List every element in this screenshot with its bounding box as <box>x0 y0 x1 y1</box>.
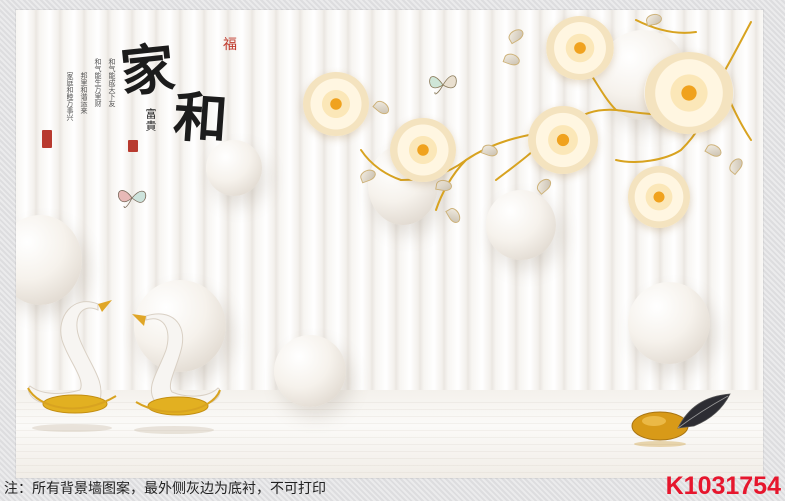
feather-icon <box>677 393 731 429</box>
peony-flower-icon <box>546 16 614 80</box>
peony-flower-icon <box>528 106 598 174</box>
peony-flower-icon <box>644 52 734 134</box>
peony-flower-icon <box>303 72 369 136</box>
printing-notice: 注：所有背景墙图案，最外侧灰边为底衬，不可打印 <box>4 481 326 497</box>
swan-icon <box>132 313 221 434</box>
peony-flower-icon <box>628 166 690 228</box>
peony-flower-icon <box>390 118 456 182</box>
butterfly-icon <box>117 190 147 208</box>
butterfly-icon <box>429 75 457 95</box>
swan-icon <box>27 300 117 432</box>
product-code: K1031754 <box>665 472 781 500</box>
wallpaper-mural: 家 和 福 富貴 和气能成天下友 和气能生万里财 邦里和谐运来 家庭和睦万事兴 <box>16 10 763 478</box>
